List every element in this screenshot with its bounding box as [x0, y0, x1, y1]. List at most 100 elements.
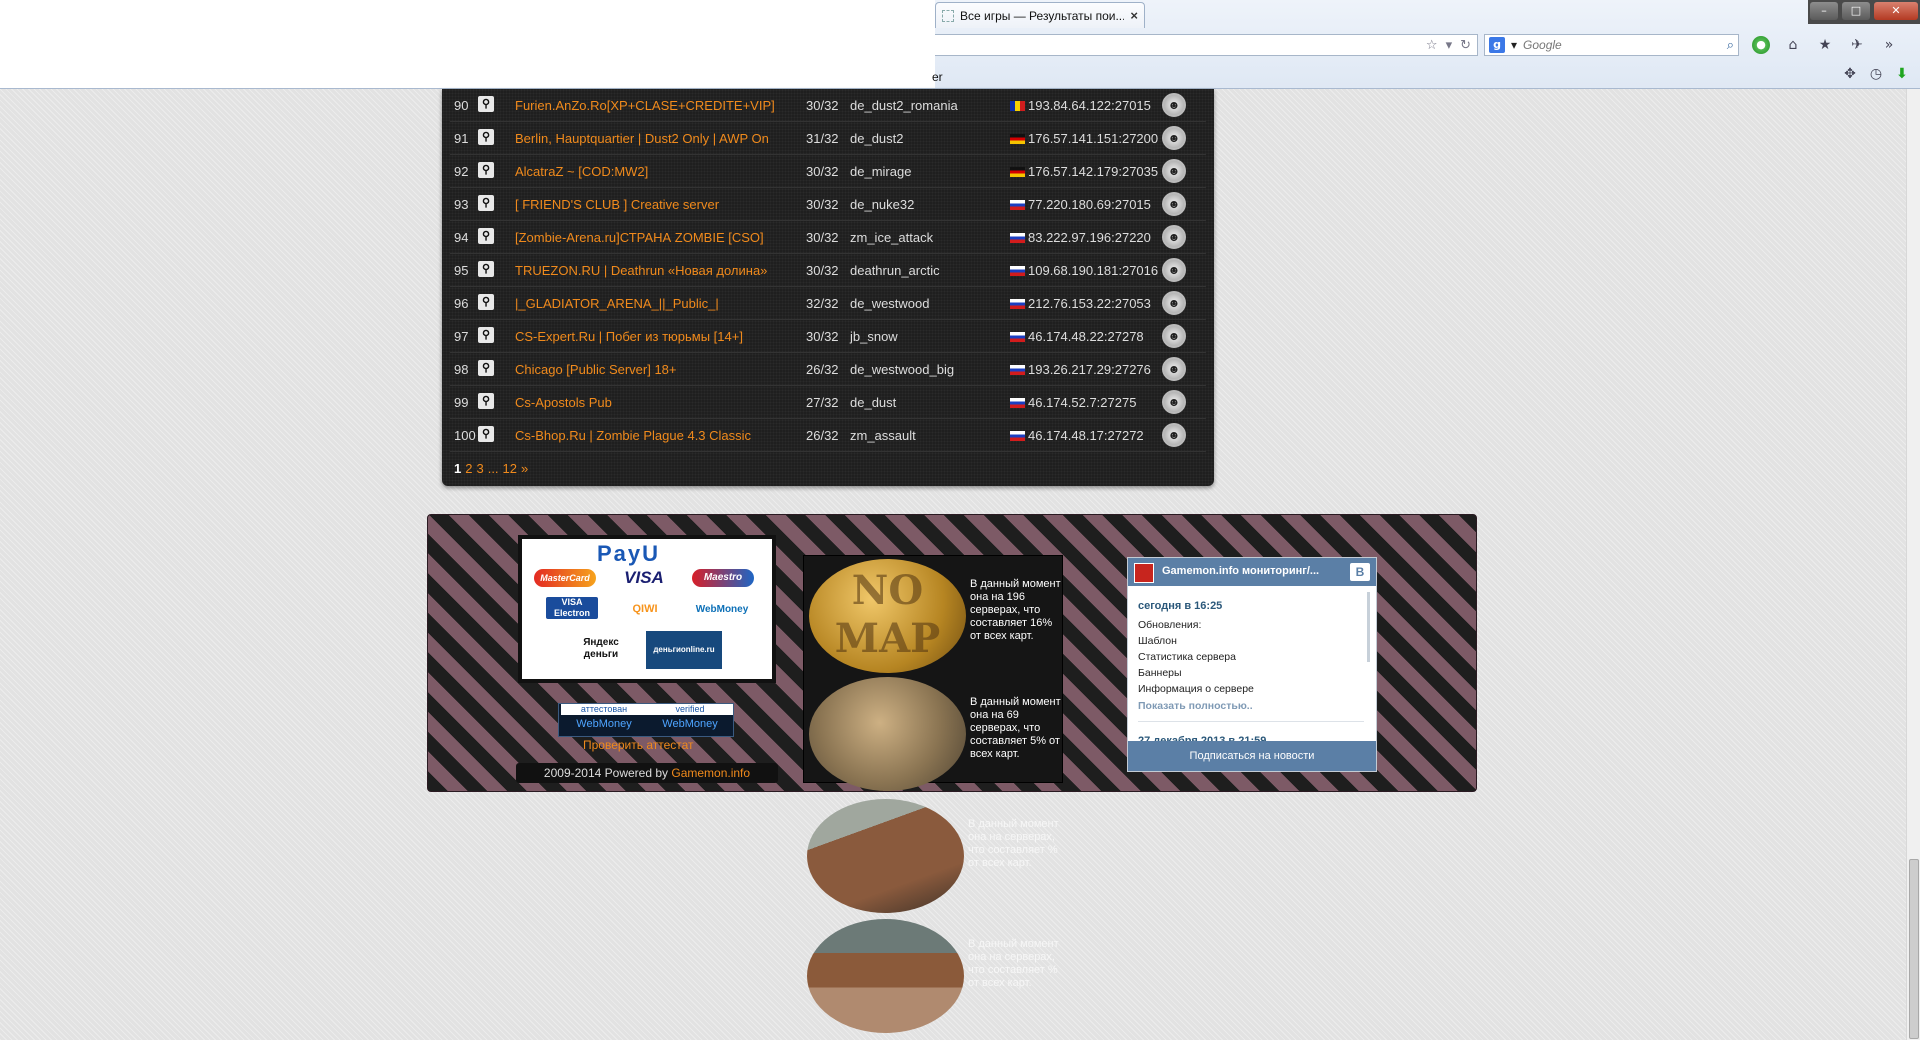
- dropdown-arrow-icon[interactable]: ▾: [1446, 38, 1453, 53]
- url-bar[interactable]: ☆ ▾ ↻: [935, 34, 1478, 56]
- browser-tab[interactable]: Все игры — Результаты пои... ×: [935, 2, 1145, 28]
- server-details-icon[interactable]: ☻: [1162, 423, 1186, 447]
- bookmark-fragment[interactable]: er: [932, 70, 943, 84]
- vk-group-title[interactable]: Gamemon.info мониторинг/...: [1162, 565, 1342, 577]
- server-row[interactable]: 99 ⚲ Cs-Apostols Pub 27/32 de_dust 46.174.52.…: [450, 386, 1206, 419]
- server-name-link[interactable]: [ FRIEND'S CLUB ] Creative server: [515, 197, 719, 212]
- webmoney-attestation-badge[interactable]: аттестован verified WebMoney WebMoney: [558, 703, 734, 737]
- server-name-link[interactable]: |_GLADIATOR_ARENA_||_Public_|: [515, 296, 719, 311]
- server-row[interactable]: 91 ⚲ Berlin, Hauptquartier | Dust2 Only | …: [450, 122, 1206, 155]
- server-row[interactable]: 97 ⚲ CS-Expert.Ru | Побег из тюрьмы [14+] 3…: [450, 320, 1206, 353]
- tab-close-icon[interactable]: ×: [1130, 8, 1138, 23]
- server-details-icon[interactable]: ☻: [1162, 258, 1186, 282]
- map-thumbnail-nomap[interactable]: NO MAP: [809, 559, 966, 673]
- addon-plane-icon[interactable]: ✈: [1848, 36, 1866, 54]
- server-name-link[interactable]: Furien.AnZo.Ro[XP+CLASE+CREDITE+VIP]: [515, 98, 775, 113]
- search-magnifier-icon[interactable]: ⌕: [1727, 38, 1734, 53]
- history-clock-icon[interactable]: ◷: [1868, 66, 1884, 82]
- group-avatar[interactable]: [1134, 563, 1154, 583]
- map-entry[interactable]: В данный момент она на серверах, что сос…: [802, 916, 1062, 1036]
- gamemon-link[interactable]: Gamemon.info: [671, 766, 750, 780]
- server-ip: 176.57.142.179:27035: [1028, 164, 1159, 179]
- server-players: 26/32: [806, 428, 839, 443]
- server-row[interactable]: 90 ⚲ Furien.AnZo.Ro[XP+CLASE+CREDITE+VIP] 3…: [450, 89, 1206, 122]
- download-arrow-icon[interactable]: ⬇: [1894, 66, 1910, 82]
- server-details-icon[interactable]: ☻: [1162, 93, 1186, 117]
- vk-show-more-link[interactable]: Показать полностью..: [1138, 700, 1253, 712]
- move-icon[interactable]: ✥: [1842, 66, 1858, 82]
- page-link-last[interactable]: 12: [503, 461, 517, 476]
- blank-region: [0, 0, 935, 88]
- server-name-link[interactable]: TRUEZON.RU | Deathrun «Новая долина»: [515, 263, 767, 278]
- search-input[interactable]: Google: [1523, 38, 1721, 52]
- mastercard-logo: MasterCard: [534, 569, 596, 587]
- country-flag-icon: [1010, 265, 1025, 276]
- map-entry[interactable]: В данный момент она на 69 серверах, что …: [804, 674, 1064, 794]
- map-thumbnail[interactable]: [809, 677, 966, 791]
- server-address: 77.220.180.69:27015: [1010, 197, 1151, 212]
- server-details-icon[interactable]: ☻: [1162, 192, 1186, 216]
- page-scrollbar[interactable]: [1906, 89, 1920, 1040]
- server-row[interactable]: 96 ⚲ |_GLADIATOR_ARENA_||_Public_| 32/32 de_…: [450, 287, 1206, 320]
- server-name-link[interactable]: CS-Expert.Ru | Побег из тюрьмы [14+]: [515, 329, 743, 344]
- page-next[interactable]: »: [521, 461, 528, 476]
- vk-post-date[interactable]: сегодня в 16:25: [1138, 600, 1222, 612]
- home-icon[interactable]: ⌂: [1784, 36, 1802, 54]
- server-name-link[interactable]: [Zombie-Arena.ru]СТРАНА ZOMBIE [CSO]: [515, 230, 764, 245]
- server-ip: 46.174.52.7:27275: [1028, 395, 1137, 410]
- server-row[interactable]: 100 ⚲ Cs-Bhop.Ru | Zombie Plague 4.3 Class…: [450, 419, 1206, 452]
- server-name-link[interactable]: Cs-Bhop.Ru | Zombie Plague 4.3 Classic: [515, 428, 751, 443]
- server-name-link[interactable]: Berlin, Hauptquartier | Dust2 Only | AWP…: [515, 131, 769, 146]
- map-thumbnail[interactable]: [807, 919, 964, 1033]
- vk-post-line: Информация о сервере: [1138, 683, 1254, 695]
- server-address: 193.26.217.29:27276: [1010, 362, 1151, 377]
- scrollbar-thumb[interactable]: [1909, 859, 1919, 1039]
- map-thumbnail[interactable]: [807, 799, 964, 913]
- server-details-icon[interactable]: ☻: [1162, 390, 1186, 414]
- server-details-icon[interactable]: ☻: [1162, 126, 1186, 150]
- server-row[interactable]: 93 ⚲ [ FRIEND'S CLUB ] Creative server 30/3…: [450, 188, 1206, 221]
- map-entry[interactable]: В данный момент она на серверах, что сос…: [802, 796, 1062, 916]
- window-controls: – □ ✕: [1808, 0, 1920, 24]
- reload-icon[interactable]: ↻: [1460, 38, 1471, 53]
- google-engine-icon[interactable]: g: [1489, 37, 1505, 53]
- server-row[interactable]: 92 ⚲ AlcatraZ ~ [COD:MW2] 30/32 de_mirage 176…: [450, 155, 1206, 188]
- close-window-icon[interactable]: ✕: [1874, 2, 1918, 20]
- search-bar[interactable]: g ▾ Google ⌕: [1484, 34, 1739, 56]
- server-details-icon[interactable]: ☻: [1162, 225, 1186, 249]
- bookmarks-menu-icon[interactable]: ★: [1816, 36, 1834, 54]
- server-name-link[interactable]: AlcatraZ ~ [COD:MW2]: [515, 164, 648, 179]
- server-row[interactable]: 94 ⚲ [Zombie-Arena.ru]СТРАНА ZOMBIE [CSO] 3…: [450, 221, 1206, 254]
- vk-scrollbar[interactable]: [1367, 592, 1370, 662]
- bookmark-star-icon[interactable]: ☆: [1426, 38, 1438, 53]
- vk-widget-header[interactable]: Gamemon.info мониторинг/... В: [1128, 558, 1376, 586]
- toolbar-icons: ● ⌂ ★ ✈ »: [1752, 34, 1898, 56]
- engine-dropdown-icon[interactable]: ▾: [1511, 38, 1517, 52]
- minimize-icon[interactable]: –: [1810, 2, 1838, 20]
- server-rank: 99: [454, 395, 469, 410]
- server-name-link[interactable]: Chicago [Public Server] 18+: [515, 362, 677, 377]
- server-rank: 92: [454, 164, 469, 179]
- server-details-icon[interactable]: ☻: [1162, 291, 1186, 315]
- server-rank: 98: [454, 362, 469, 377]
- server-name-link[interactable]: Cs-Apostols Pub: [515, 395, 612, 410]
- game-cs-icon: ⚲: [478, 162, 494, 178]
- server-rank: 95: [454, 263, 469, 278]
- server-details-icon[interactable]: ☻: [1162, 357, 1186, 381]
- copyright-text: 2009-2014 Powered by: [543, 766, 669, 780]
- server-details-icon[interactable]: ☻: [1162, 324, 1186, 348]
- check-attestat-link[interactable]: Проверить аттестат: [583, 738, 694, 752]
- server-row[interactable]: 95 ⚲ TRUEZON.RU | Deathrun «Новая долина» 3…: [450, 254, 1206, 287]
- server-details-icon[interactable]: ☻: [1162, 159, 1186, 183]
- maximize-icon[interactable]: □: [1842, 2, 1870, 20]
- server-row[interactable]: 98 ⚲ Chicago [Public Server] 18+ 26/32 de_we…: [450, 353, 1206, 386]
- overflow-menu-icon[interactable]: »: [1880, 36, 1898, 54]
- addon-globe-icon[interactable]: ●: [1752, 36, 1770, 54]
- map-entry[interactable]: NO MAP В данный момент она на 196 сервер…: [804, 556, 1064, 676]
- page-link-3[interactable]: 3: [476, 461, 483, 476]
- page-favicon-icon: [942, 9, 954, 22]
- webmoney-right-logo: WebMoney: [662, 718, 718, 730]
- page-link-2[interactable]: 2: [465, 461, 472, 476]
- vk-post-line: Обновления:: [1138, 619, 1202, 631]
- vk-subscribe-button[interactable]: Подписаться на новости: [1128, 741, 1376, 771]
